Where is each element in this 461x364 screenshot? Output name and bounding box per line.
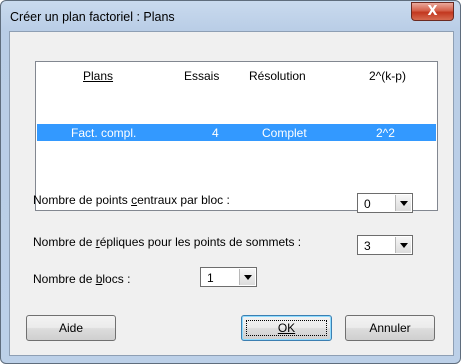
- cell-resolution: Complet: [262, 126, 307, 140]
- chevron-down-icon[interactable]: [239, 269, 255, 285]
- blocks-value: 1: [207, 271, 214, 285]
- column-header-plans[interactable]: Plans: [83, 69, 113, 83]
- column-header-essais[interactable]: Essais: [184, 69, 219, 83]
- replicates-value: 3: [364, 239, 371, 253]
- window-title: Créer un plan factoriel : Plans: [10, 10, 175, 24]
- title-bar[interactable]: Créer un plan factoriel : Plans X: [1, 1, 460, 31]
- dialog-body: Plans Essais Résolution 2^(k-p) Fact. co…: [9, 31, 454, 356]
- focus-rect: [246, 320, 327, 336]
- close-button[interactable]: X: [411, 2, 454, 21]
- help-button[interactable]: Aide: [26, 315, 116, 341]
- blocks-label: Nombre de blocs :: [33, 272, 131, 286]
- list-header: Plans Essais Résolution 2^(k-p): [36, 62, 437, 90]
- close-icon: X: [427, 4, 438, 19]
- ok-button[interactable]: OK: [241, 315, 332, 341]
- plans-list[interactable]: Plans Essais Résolution 2^(k-p) Fact. co…: [35, 61, 438, 211]
- list-row-selected[interactable]: Fact. compl. 4 Complet 2^2: [37, 124, 436, 141]
- center-points-dropdown[interactable]: 0: [357, 193, 413, 213]
- cell-2kp: 2^2: [376, 126, 395, 140]
- center-points-value: 0: [364, 197, 371, 211]
- dialog-window: Créer un plan factoriel : Plans X Plans …: [0, 0, 461, 364]
- chevron-down-icon[interactable]: [395, 195, 411, 211]
- column-header-resolution[interactable]: Résolution: [249, 69, 306, 83]
- cancel-button[interactable]: Annuler: [345, 315, 435, 341]
- replicates-dropdown[interactable]: 3: [357, 235, 413, 255]
- blocks-dropdown[interactable]: 1: [200, 267, 257, 287]
- center-points-label: Nombre de points centraux par bloc :: [33, 193, 230, 207]
- cell-plan: Fact. compl.: [71, 126, 137, 140]
- replicates-label: Nombre de répliques pour les points de s…: [33, 235, 302, 249]
- cell-essais: 4: [212, 126, 219, 140]
- column-header-2kp[interactable]: 2^(k-p): [369, 69, 406, 83]
- chevron-down-icon[interactable]: [395, 237, 411, 253]
